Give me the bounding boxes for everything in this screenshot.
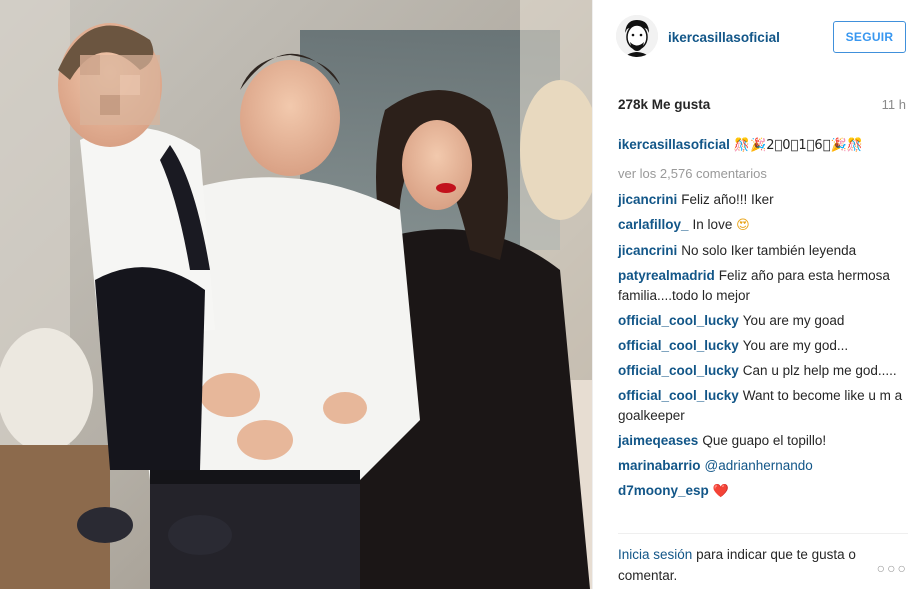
comment-text: Feliz año!!! Iker xyxy=(681,192,774,207)
heart-eyes-emoji-icon: 😍 xyxy=(736,218,750,233)
profile-avatar[interactable] xyxy=(616,15,658,57)
comments-list: ikercasillasoficial 🎊🎉2⃣0⃣1⃣6⃣🎉🎊 ver los … xyxy=(618,135,908,507)
post-caption: ikercasillasoficial 🎊🎉2⃣0⃣1⃣6⃣🎉🎊 xyxy=(618,135,908,156)
post-footer: Inicia sesión para indicar que te gusta … xyxy=(618,533,908,589)
comment-username-link[interactable]: official_cool_lucky xyxy=(618,338,739,353)
comment-text: You are my goad xyxy=(742,313,845,328)
comment-username-link[interactable]: jicancrini xyxy=(618,192,677,207)
login-link[interactable]: Inicia sesión xyxy=(618,547,692,562)
comment-username-link[interactable]: carlafilloy_ xyxy=(618,217,689,232)
comment-username-link[interactable]: jaimeqeases xyxy=(618,433,698,448)
comment-item: carlafilloy_ In love 😍 xyxy=(618,215,908,236)
comment-mention-link[interactable]: @adrianhernando xyxy=(705,458,813,473)
comment-item: marinabarrio @adrianhernando xyxy=(618,456,908,476)
comment-text: Que guapo el topillo! xyxy=(702,433,827,448)
comment-text: In love xyxy=(692,217,733,232)
comment-item: official_cool_lucky You are my god... xyxy=(618,336,908,356)
comment-username-link[interactable]: official_cool_lucky xyxy=(618,363,739,378)
comment-username-link[interactable]: official_cool_lucky xyxy=(618,388,739,403)
comment-text: Can u plz help me god..... xyxy=(742,363,897,378)
comment-username-link[interactable]: marinabarrio xyxy=(618,458,701,473)
caption-text: 🎊🎉2⃣0⃣1⃣6⃣🎉🎊 xyxy=(733,138,863,153)
comment-username-link[interactable]: d7moony_esp xyxy=(618,483,709,498)
likes-count[interactable]: 278k Me gusta xyxy=(618,97,710,112)
view-all-comments-link[interactable]: ver los 2,576 comentarios xyxy=(618,164,908,184)
comment-item: official_cool_lucky Want to become like u… xyxy=(618,386,908,426)
follow-button[interactable]: SEGUIR xyxy=(833,21,906,53)
comment-item: official_cool_lucky Can u plz help me god… xyxy=(618,361,908,381)
comment-item: official_cool_lucky You are my goad xyxy=(618,311,908,331)
heart-emoji-icon: ❤️ xyxy=(712,484,729,499)
comment-text: You are my god... xyxy=(742,338,849,353)
comment-item: jicancrini No solo Iker también leyenda xyxy=(618,241,908,261)
post-photo[interactable] xyxy=(0,0,592,589)
avatar-face-icon xyxy=(616,15,658,57)
comment-item: jaimeqeases Que guapo el topillo! xyxy=(618,431,908,451)
comment-username-link[interactable]: patyrealmadrid xyxy=(618,268,715,283)
comment-text: No solo Iker también leyenda xyxy=(681,243,857,258)
caption-username-link[interactable]: ikercasillasoficial xyxy=(618,137,730,152)
post-username-link[interactable]: ikercasillasoficial xyxy=(668,30,780,45)
comment-item: jicancrini Feliz año!!! Iker xyxy=(618,190,908,210)
family-photo-image xyxy=(0,0,592,589)
post-header: ikercasillasoficial SEGUIR xyxy=(593,0,922,76)
comment-item: patyrealmadrid Feliz año para esta hermos… xyxy=(618,266,908,306)
more-options-icon[interactable]: ○○○ xyxy=(877,560,908,576)
login-prompt: Inicia sesión para indicar que te gusta … xyxy=(618,544,858,586)
post-side-panel: ikercasillasoficial SEGUIR 278k Me gusta… xyxy=(592,0,922,589)
post-stats: 278k Me gusta 11 h xyxy=(618,97,906,115)
comment-username-link[interactable]: jicancrini xyxy=(618,243,677,258)
comment-item: d7moony_esp ❤️ xyxy=(618,481,908,502)
post-timestamp[interactable]: 11 h xyxy=(882,97,906,112)
comment-username-link[interactable]: official_cool_lucky xyxy=(618,313,739,328)
